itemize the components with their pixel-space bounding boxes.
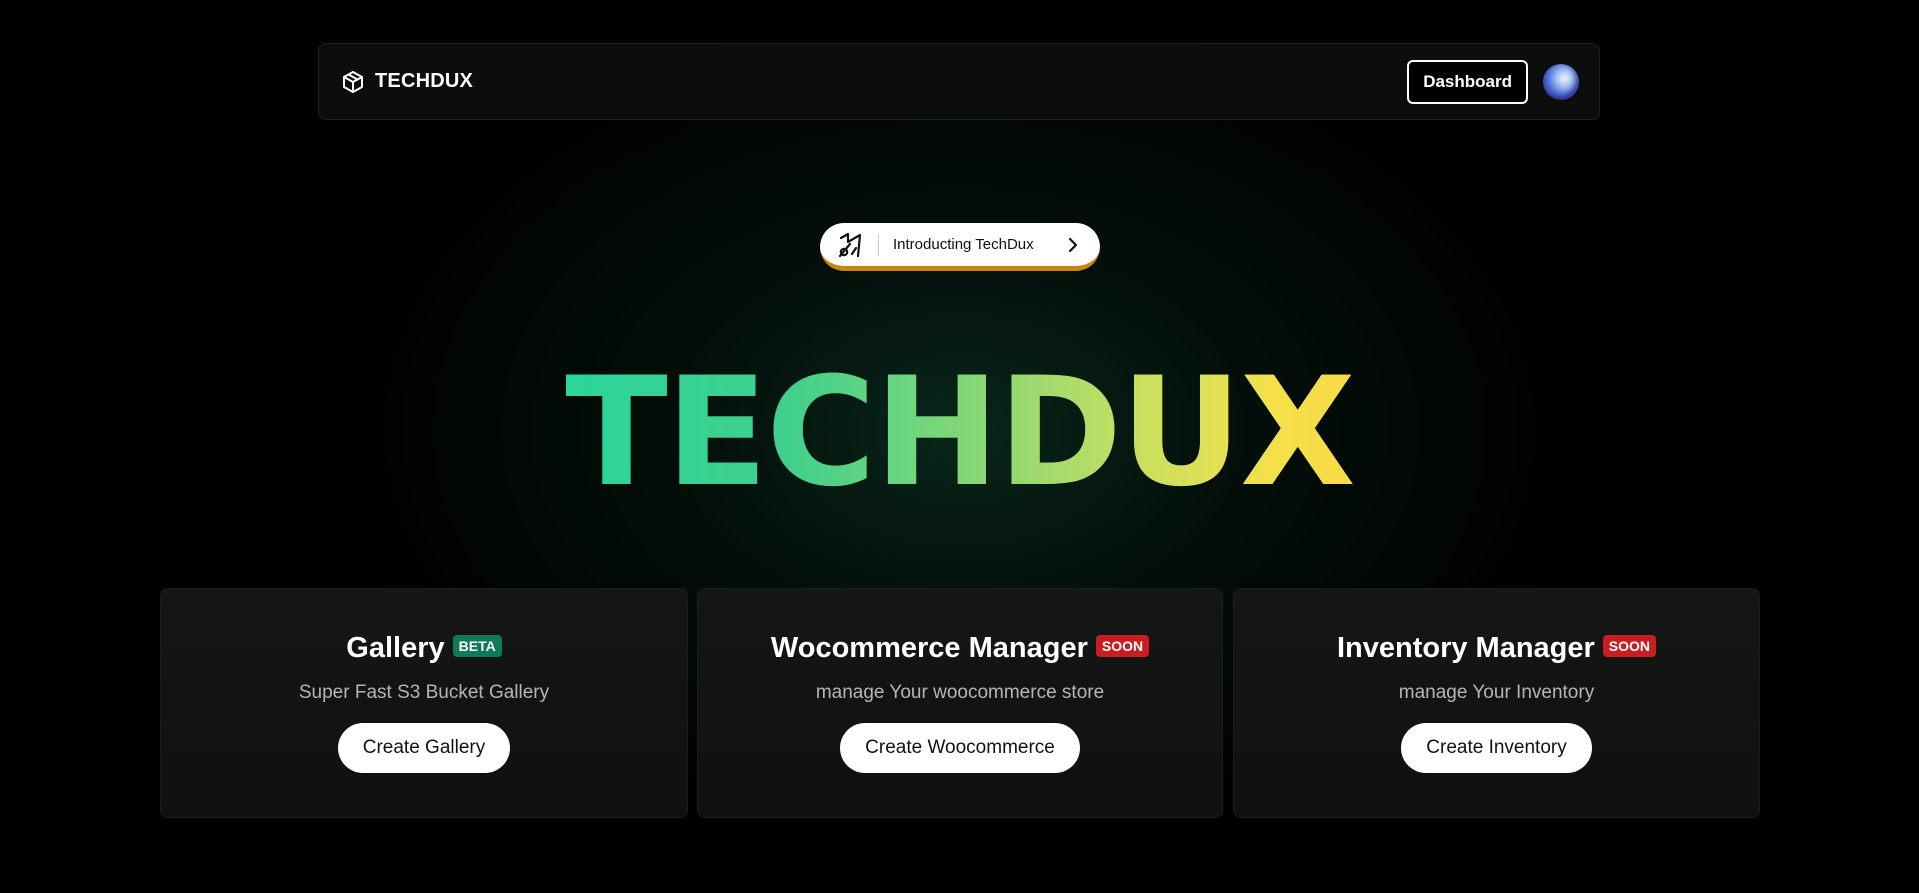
inventory-card: Inventory Manager SOON manage Your Inven… [1233, 588, 1760, 818]
gallery-card: Gallery BETA Super Fast S3 Bucket Galler… [160, 588, 688, 818]
techdux-logo-icon [836, 230, 866, 260]
create-gallery-button[interactable]: Create Gallery [337, 723, 511, 773]
announcement-pill[interactable]: Introducting TechDux [820, 223, 1100, 271]
create-woocommerce-button[interactable]: Create Woocommerce [840, 723, 1080, 773]
chevron-right-icon [1066, 237, 1080, 253]
nav-actions: Dashboard [1407, 59, 1579, 104]
card-title: Wocommerce Manager [770, 632, 1088, 664]
card-description: manage Your woocommerce store [815, 682, 1105, 703]
soon-badge: SOON [1095, 634, 1150, 657]
announcement-text: Introducting TechDux [893, 236, 1034, 253]
card-description: manage Your Inventory [1398, 682, 1595, 703]
beta-badge: BETA [452, 634, 502, 657]
card-title-row: Inventory Manager SOON [1336, 632, 1657, 665]
pill-divider [878, 233, 879, 256]
hero-title-text: TECHDUX [565, 346, 1355, 520]
landing-page: TECHDUX Dashboard Introducting TechDux T… [0, 0, 1919, 893]
hero-title: TECHDUX [0, 358, 1919, 508]
brand-name: TECHDUX [375, 70, 474, 92]
card-description: Super Fast S3 Bucket Gallery [298, 682, 550, 703]
user-avatar[interactable] [1543, 63, 1579, 100]
create-inventory-button[interactable]: Create Inventory [1401, 723, 1592, 773]
woocommerce-card: Wocommerce Manager SOON manage Your wooc… [697, 588, 1223, 818]
cube-icon [341, 70, 365, 94]
card-title-row: Gallery BETA [346, 632, 502, 665]
card-title: Inventory Manager [1336, 632, 1595, 664]
card-title: Gallery [346, 632, 445, 664]
top-navbar: TECHDUX Dashboard [318, 43, 1600, 120]
brand-link[interactable]: TECHDUX [341, 70, 473, 94]
soon-badge: SOON [1602, 634, 1657, 657]
card-title-row: Wocommerce Manager SOON [770, 632, 1150, 665]
dashboard-button[interactable]: Dashboard [1407, 59, 1528, 104]
